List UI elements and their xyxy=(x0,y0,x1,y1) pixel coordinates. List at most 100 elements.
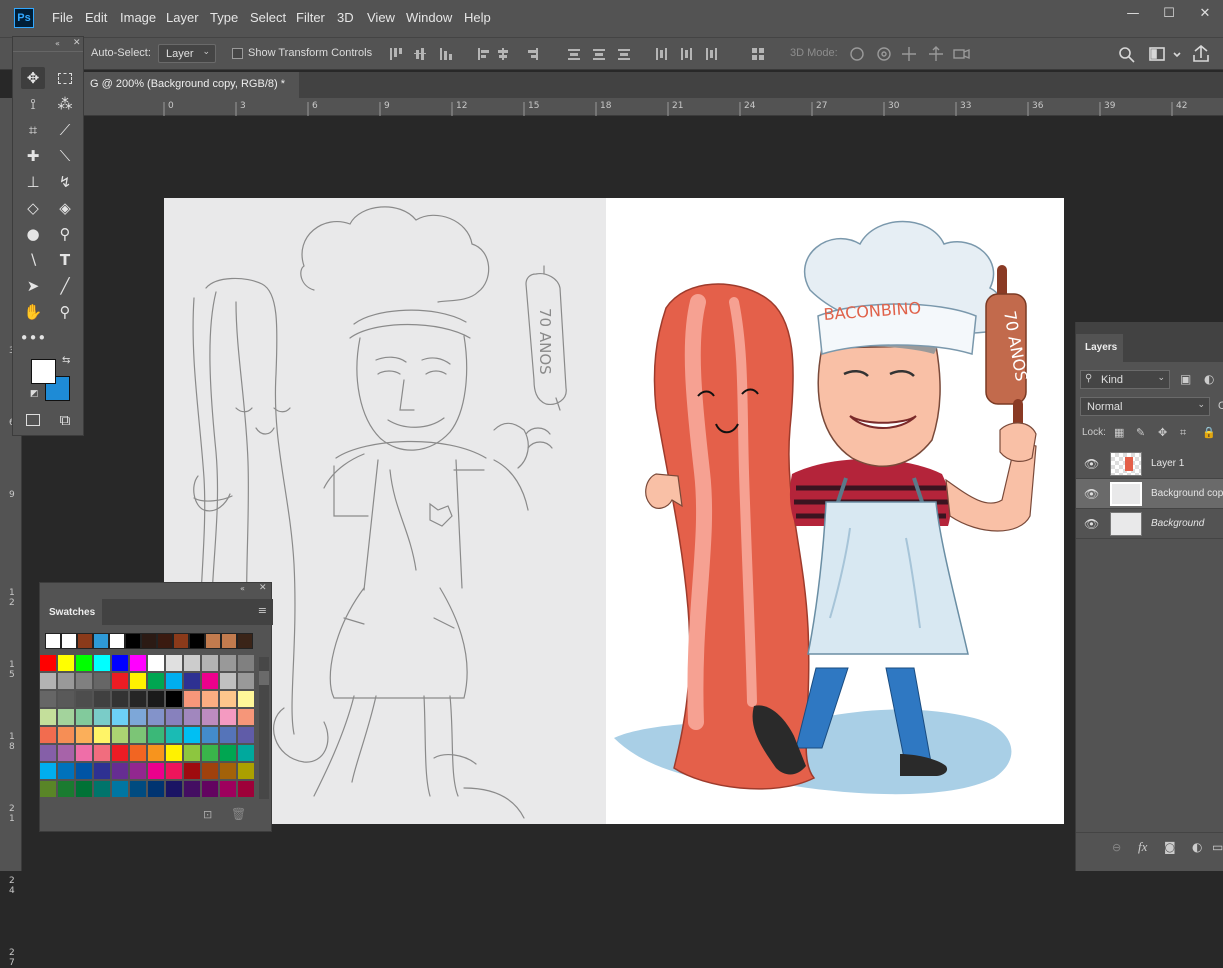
color-swatch[interactable] xyxy=(130,727,146,743)
horizontal-ruler[interactable]: 0 3 6 9 12 15 18 21 24 27 30 33 36 39 42 xyxy=(84,98,1223,116)
color-swatch[interactable] xyxy=(202,727,218,743)
menu-filter[interactable]: Filter xyxy=(296,10,325,25)
lock-transparency-icon[interactable]: ▦ xyxy=(1114,426,1124,439)
new-swatch-icon[interactable]: ⊡ xyxy=(203,808,212,821)
color-swatch[interactable] xyxy=(220,763,236,779)
color-swatch[interactable] xyxy=(220,781,236,797)
color-swatch[interactable] xyxy=(202,781,218,797)
color-swatch[interactable] xyxy=(220,745,236,761)
visibility-eye-icon[interactable]: 👁 xyxy=(1084,457,1099,471)
menu-image[interactable]: Image xyxy=(120,10,156,25)
color-swatch[interactable] xyxy=(166,709,182,725)
color-swatch[interactable] xyxy=(148,709,164,725)
3d-mode-icons[interactable] xyxy=(848,45,973,63)
color-swatch[interactable] xyxy=(148,727,164,743)
fx-icon[interactable]: fx xyxy=(1138,839,1147,855)
layer-row-background-copy[interactable]: 👁 Background copy xyxy=(1076,479,1223,509)
color-swatch[interactable] xyxy=(238,781,254,797)
menu-help[interactable]: Help xyxy=(464,10,491,25)
color-swatch[interactable] xyxy=(166,727,182,743)
new-group-icon[interactable]: ▭ xyxy=(1212,840,1223,854)
pen-tool-icon[interactable]: ∖ xyxy=(21,249,45,271)
menu-select[interactable]: Select xyxy=(250,10,286,25)
color-swatch[interactable] xyxy=(58,655,74,671)
trash-icon[interactable]: 🗑 xyxy=(231,807,246,821)
history-brush-tool-icon[interactable]: ↯ xyxy=(53,171,77,193)
eraser-tool-icon[interactable]: ◇ xyxy=(21,197,45,219)
color-swatch[interactable] xyxy=(166,655,182,671)
line-tool-icon[interactable]: ╱ xyxy=(53,275,77,297)
color-swatch[interactable] xyxy=(166,745,182,761)
color-swatch[interactable] xyxy=(148,763,164,779)
menu-edit[interactable]: Edit xyxy=(85,10,107,25)
color-swatch[interactable] xyxy=(94,691,110,707)
layer-row-background[interactable]: 👁 Background xyxy=(1076,509,1223,539)
color-swatch[interactable] xyxy=(58,727,74,743)
paint-bucket-tool-icon[interactable]: ◈ xyxy=(53,197,77,219)
recent-swatch[interactable] xyxy=(61,633,77,649)
magic-wand-tool-icon[interactable]: ⁂ xyxy=(53,93,77,115)
swap-colors-icon[interactable]: ⇆ xyxy=(62,355,70,366)
color-swatch[interactable] xyxy=(94,727,110,743)
adjustment-layer-icon[interactable]: ◐ xyxy=(1192,840,1202,854)
color-swatch[interactable] xyxy=(112,781,128,797)
color-swatch[interactable] xyxy=(76,673,92,689)
color-swatch[interactable] xyxy=(94,763,110,779)
color-swatch[interactable] xyxy=(184,727,200,743)
color-swatch[interactable] xyxy=(238,763,254,779)
color-swatch[interactable] xyxy=(94,709,110,725)
add-mask-icon[interactable]: ◙ xyxy=(1164,840,1176,854)
color-swatch[interactable] xyxy=(76,781,92,797)
color-swatch[interactable] xyxy=(58,745,74,761)
crop-tool-icon[interactable]: ⌗ xyxy=(21,119,45,141)
panel-menu-icon[interactable]: ≡ xyxy=(258,604,267,617)
color-swatch[interactable] xyxy=(40,655,56,671)
color-swatch[interactable] xyxy=(130,673,146,689)
menu-layer[interactable]: Layer xyxy=(166,10,199,25)
color-swatch[interactable] xyxy=(148,655,164,671)
color-swatch[interactable] xyxy=(238,655,254,671)
panel-grip[interactable] xyxy=(13,51,83,57)
swatches-scrollbar[interactable] xyxy=(259,657,269,799)
color-swatch[interactable] xyxy=(202,691,218,707)
close-icon[interactable]: ✕ xyxy=(259,583,267,593)
color-swatch[interactable] xyxy=(148,673,164,689)
color-swatch[interactable] xyxy=(184,655,200,671)
recent-swatch[interactable] xyxy=(221,633,237,649)
color-swatch[interactable] xyxy=(94,781,110,797)
collapse-panel-icon[interactable]: « xyxy=(55,39,60,48)
color-swatch[interactable] xyxy=(220,709,236,725)
color-swatch[interactable] xyxy=(112,709,128,725)
color-swatch[interactable] xyxy=(112,727,128,743)
lasso-tool-icon[interactable]: ⟟ xyxy=(21,93,45,115)
color-swatch[interactable] xyxy=(76,709,92,725)
color-swatch[interactable] xyxy=(220,655,236,671)
move-tool-icon[interactable]: ✥ xyxy=(21,67,45,89)
color-swatch[interactable] xyxy=(40,727,56,743)
color-swatch[interactable] xyxy=(130,709,146,725)
transform-checkbox[interactable] xyxy=(232,48,243,59)
color-swatch[interactable] xyxy=(166,673,182,689)
color-swatch[interactable] xyxy=(112,673,128,689)
color-swatch[interactable] xyxy=(112,745,128,761)
recent-swatch[interactable] xyxy=(157,633,173,649)
color-swatch[interactable] xyxy=(112,655,128,671)
menu-file[interactable]: File xyxy=(52,10,73,25)
swatches-tab[interactable]: Swatches xyxy=(40,599,102,625)
foreground-color-swatch[interactable] xyxy=(31,359,56,384)
lock-artboard-icon[interactable]: ⌗ xyxy=(1180,426,1186,440)
color-swatch[interactable] xyxy=(130,745,146,761)
color-swatch[interactable] xyxy=(40,673,56,689)
menu-view[interactable]: View xyxy=(367,10,395,25)
recent-swatch[interactable] xyxy=(189,633,205,649)
color-swatch[interactable] xyxy=(76,727,92,743)
color-swatch[interactable] xyxy=(238,691,254,707)
layer-filter-dropdown[interactable]: ⚲ Kind ⌄ xyxy=(1080,370,1170,389)
color-swatch[interactable] xyxy=(238,727,254,743)
lock-position-icon[interactable]: ✥ xyxy=(1158,426,1167,439)
color-swatch[interactable] xyxy=(130,655,146,671)
quick-mask-icon[interactable] xyxy=(21,409,45,431)
color-swatch[interactable] xyxy=(40,691,56,707)
color-swatch[interactable] xyxy=(184,691,200,707)
dodge-tool-icon[interactable]: ⚲ xyxy=(53,223,77,245)
